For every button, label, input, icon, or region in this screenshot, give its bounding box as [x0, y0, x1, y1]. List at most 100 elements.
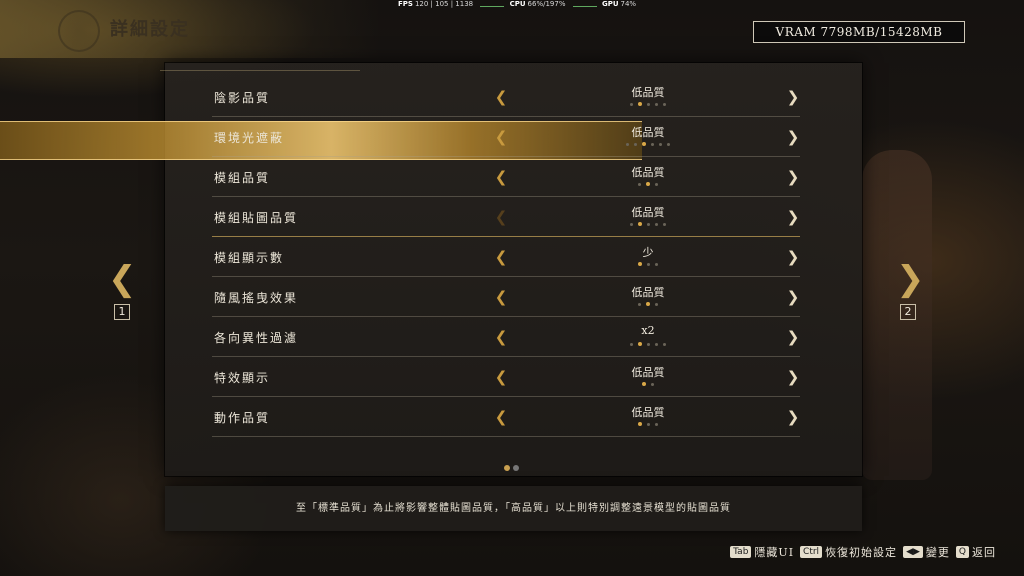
next-page-key[interactable]: 2: [900, 304, 916, 320]
hint-item[interactable]: ◀▶ 變更: [903, 544, 950, 560]
decrease-arrow-icon[interactable]: ❮: [494, 289, 508, 305]
level-dot: [630, 103, 633, 106]
decrease-arrow-icon[interactable]: ❮: [494, 129, 508, 145]
decrease-arrow-icon[interactable]: ❮: [494, 89, 508, 105]
hint-item[interactable]: Tab 隱藏UI: [730, 544, 794, 560]
setting-row[interactable]: 動作品質 ❮ 低品質 ❯: [212, 397, 800, 437]
level-dot: [655, 223, 658, 226]
setting-value: 低品質: [631, 166, 665, 179]
setting-label: 陰影品質: [214, 91, 271, 105]
level-dots: [608, 382, 688, 386]
setting-label: 環境光遮蔽: [214, 131, 285, 145]
vram-indicator: VRAM 7798MB/15428MB: [753, 21, 965, 43]
prev-page-arrow-icon[interactable]: ❮: [108, 262, 137, 296]
fps-graph: [480, 2, 505, 7]
increase-arrow-icon[interactable]: ❯: [786, 129, 800, 145]
cpu-graph: [572, 2, 597, 7]
header-bar: 詳細設定: [0, 0, 380, 58]
decrease-arrow-icon[interactable]: ❮: [494, 409, 508, 425]
level-dot: [651, 383, 654, 386]
level-dot: [630, 223, 633, 226]
description-box: 至「標準品質」為止將影響整體貼圖品質，「高品質」以上則特別調整遠景模型的貼圖品質: [165, 486, 862, 531]
level-dot: [655, 183, 658, 186]
level-dot: [638, 342, 642, 346]
level-dot: [638, 303, 641, 306]
hint-label: 返回: [972, 546, 996, 559]
character-figure: [862, 150, 932, 480]
hint-item[interactable]: Q 返回: [955, 544, 996, 560]
level-dots: [608, 422, 688, 426]
decrease-arrow-icon[interactable]: ❮: [494, 209, 508, 225]
level-dot: [651, 143, 654, 146]
setting-value: 低品質: [631, 406, 665, 419]
decrease-arrow-icon[interactable]: ❮: [494, 249, 508, 265]
level-dots: [608, 262, 688, 266]
level-dot: [655, 423, 658, 426]
decrease-arrow-icon[interactable]: ❮: [494, 369, 508, 385]
page-title: 詳細設定: [110, 19, 190, 40]
hint-label: 隱藏UI: [754, 546, 795, 559]
level-dot: [638, 222, 642, 226]
page-dot-2[interactable]: [513, 465, 519, 471]
hint-item[interactable]: Ctrl 恢復初始設定: [800, 544, 897, 560]
settings-list: 陰影品質 ❮ 低品質 ❯ 環境光遮蔽 ❮ 低品質 ❯ 模組品質 ❮ 低品質 ❯ 模組貼圖品質 ❮ 低品質 ❯ 模…: [212, 77, 800, 437]
setting-row[interactable]: 各向異性過濾 ❮ x2 ❯: [212, 317, 800, 357]
decrease-arrow-icon[interactable]: ❮: [494, 169, 508, 185]
increase-arrow-icon[interactable]: ❯: [786, 169, 800, 185]
increase-arrow-icon[interactable]: ❯: [786, 89, 800, 105]
hint-key: Ctrl: [800, 546, 823, 558]
setting-row[interactable]: 環境光遮蔽 ❮ 低品質 ❯: [212, 117, 800, 157]
fps-value: 120 | 105 | 1138: [414, 0, 474, 8]
fps-label: FPS: [398, 0, 413, 8]
level-dot: [646, 182, 650, 186]
setting-row[interactable]: 特效顯示 ❮ 低品質 ❯: [212, 357, 800, 397]
level-dots: [608, 302, 688, 306]
setting-value: 低品質: [631, 286, 665, 299]
increase-arrow-icon[interactable]: ❯: [786, 209, 800, 225]
increase-arrow-icon[interactable]: ❯: [786, 289, 800, 305]
cpu-label: CPU: [509, 0, 526, 8]
increase-arrow-icon[interactable]: ❯: [786, 369, 800, 385]
setting-label: 各向異性過濾: [214, 331, 299, 345]
setting-row[interactable]: 模組貼圖品質 ❮ 低品質 ❯: [212, 197, 800, 237]
setting-row[interactable]: 模組品質 ❮ 低品質 ❯: [212, 157, 800, 197]
increase-arrow-icon[interactable]: ❯: [786, 249, 800, 265]
level-dot: [667, 143, 670, 146]
level-dot: [647, 423, 650, 426]
emblem-icon: [58, 10, 100, 52]
page-indicator: [504, 456, 522, 475]
setting-value: 低品質: [631, 206, 665, 219]
level-dot: [663, 223, 666, 226]
setting-label: 動作品質: [214, 411, 271, 425]
level-dot: [626, 143, 629, 146]
control-hints: Tab 隱藏UI Ctrl 恢復初始設定 ◀▶ 變更 Q 返回: [724, 544, 996, 560]
increase-arrow-icon[interactable]: ❯: [786, 329, 800, 345]
setting-label: 隨風搖曳效果: [214, 291, 299, 305]
next-page-arrow-icon[interactable]: ❯: [896, 262, 925, 296]
level-dot: [647, 223, 650, 226]
level-dot: [647, 263, 650, 266]
setting-row[interactable]: 陰影品質 ❮ 低品質 ❯: [212, 77, 800, 117]
page-dot-1[interactable]: [504, 465, 510, 471]
level-dot: [634, 143, 637, 146]
setting-value: x2: [641, 324, 655, 337]
level-dot: [638, 102, 642, 106]
increase-arrow-icon[interactable]: ❯: [786, 409, 800, 425]
level-dot: [638, 262, 642, 266]
decrease-arrow-icon[interactable]: ❮: [494, 329, 508, 345]
setting-row[interactable]: 隨風搖曳效果 ❮ 低品質 ❯: [212, 277, 800, 317]
gpu-value: 74%: [620, 0, 637, 8]
prev-page-key[interactable]: 1: [114, 304, 130, 320]
setting-value: 少: [642, 246, 654, 259]
setting-label: 模組貼圖品質: [214, 211, 299, 225]
setting-row[interactable]: 模組顯示數 ❮ 少 ❯: [212, 237, 800, 277]
hint-key: Q: [955, 546, 969, 558]
level-dot: [663, 343, 666, 346]
setting-label: 特效顯示: [214, 371, 271, 385]
panel-divider: [160, 70, 360, 71]
level-dot: [647, 103, 650, 106]
hint-key: ◀▶: [903, 546, 923, 558]
level-dots: [608, 102, 688, 106]
performance-overlay: FPS 120 | 105 | 1138 CPU 66%/197% GPU 74%: [398, 0, 641, 8]
hint-key: Tab: [730, 546, 752, 558]
